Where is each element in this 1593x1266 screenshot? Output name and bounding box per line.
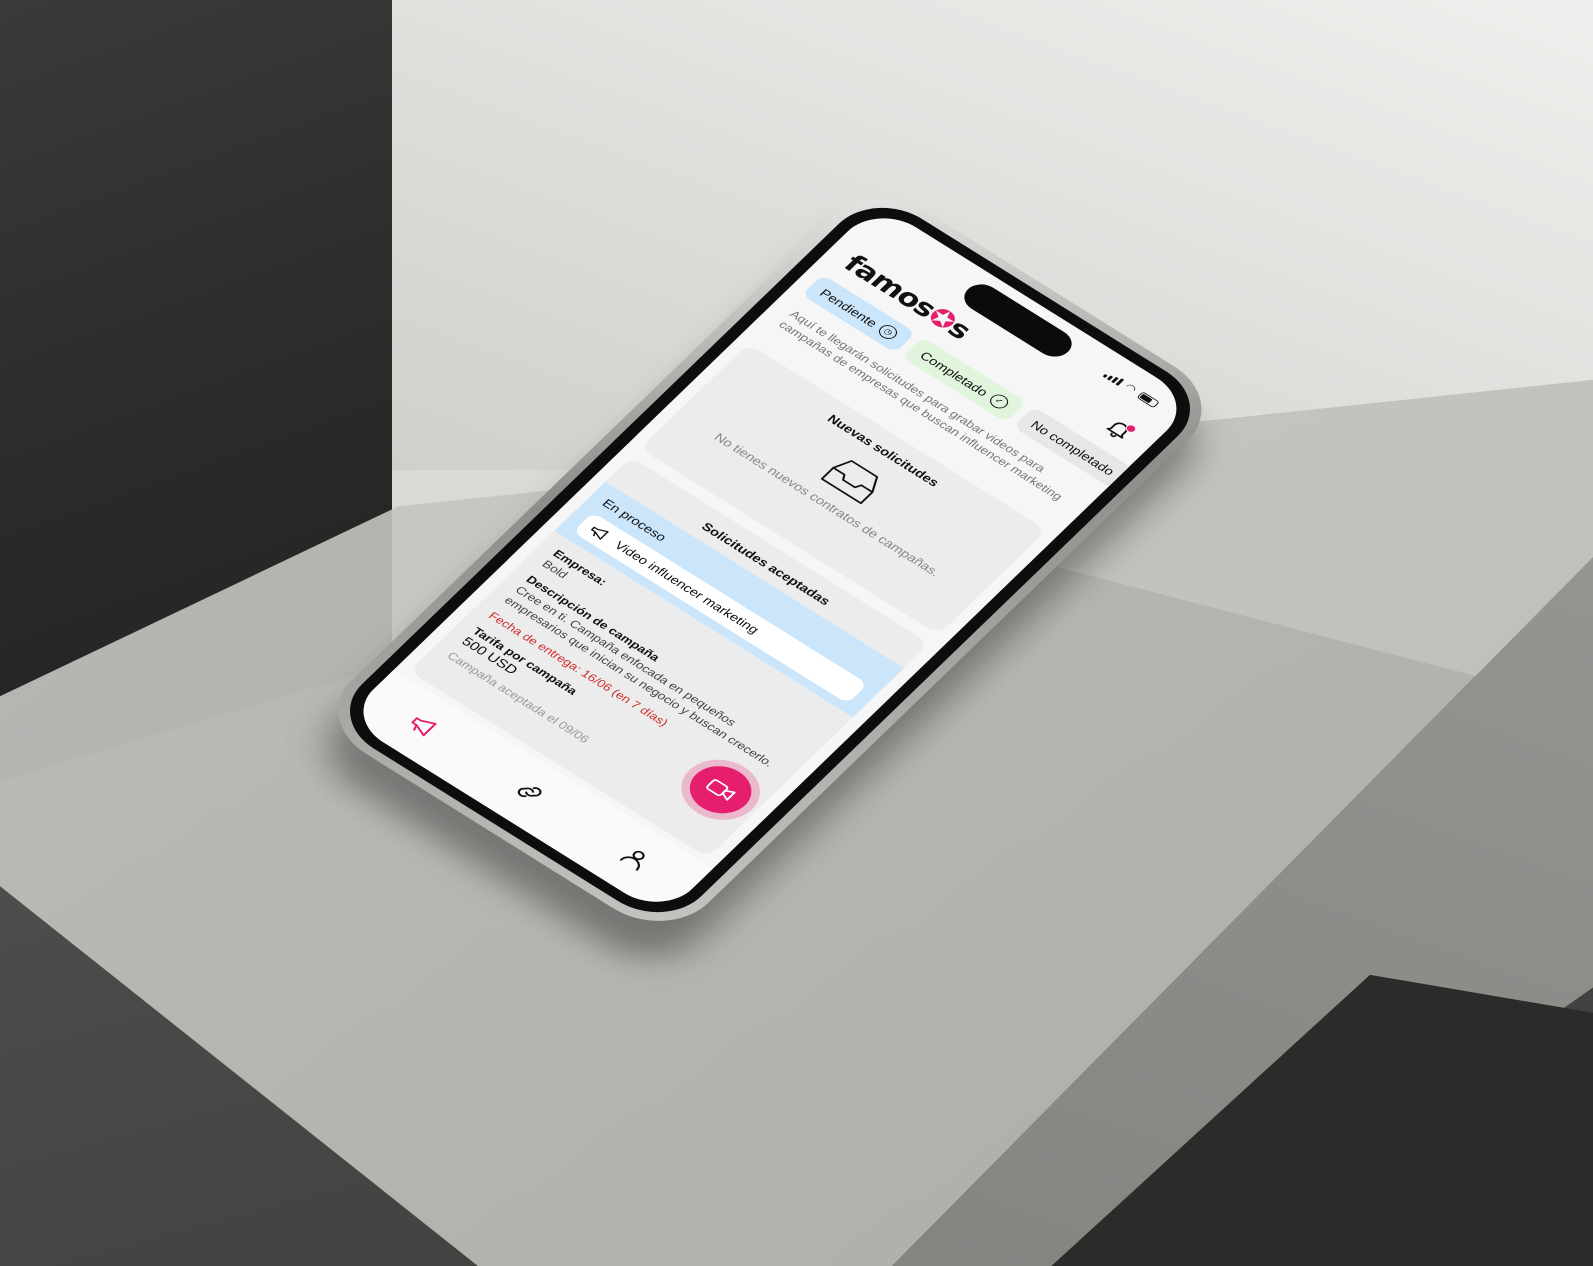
nav-links[interactable] [506, 776, 551, 811]
signal-icon [1102, 370, 1124, 386]
status-bar: ◠ [1102, 369, 1161, 409]
bell-icon[interactable] [1100, 414, 1139, 444]
video-camera-icon [706, 779, 736, 801]
check-circle-icon: ✓ [986, 391, 1012, 411]
nav-profile[interactable] [612, 842, 657, 877]
battery-icon [1136, 391, 1160, 409]
megaphone-icon [411, 716, 437, 736]
clock-icon: ◷ [875, 322, 901, 342]
wifi-icon: ◠ [1121, 380, 1140, 396]
nav-campaigns[interactable] [400, 709, 445, 744]
megaphone-icon [590, 526, 609, 540]
link-icon [518, 786, 542, 797]
user-icon [620, 850, 646, 871]
